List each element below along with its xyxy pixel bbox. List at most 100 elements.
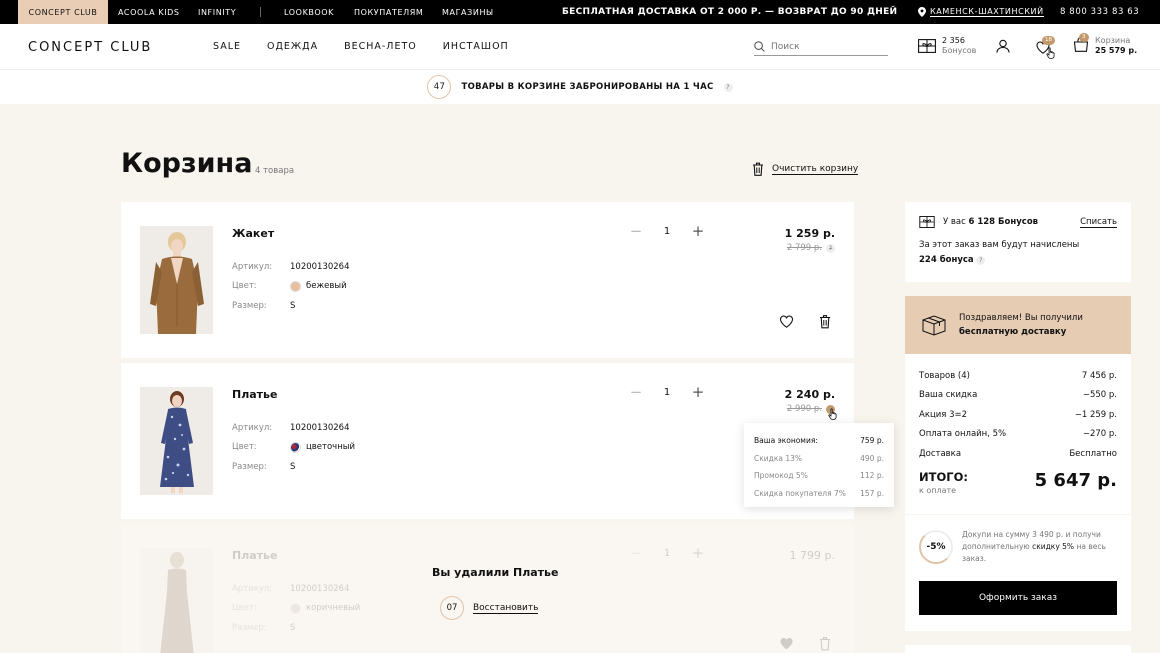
tooltip-row: Скидка покупателя 7% 157 р.: [754, 485, 884, 503]
color-value: цветочный: [306, 442, 355, 453]
add-to-favorites-heart-icon[interactable]: [779, 315, 794, 328]
product-attributes: Артикул: 10200130264 Цвет: цветочный Разме…: [232, 418, 355, 477]
top-bar: CONCEPT CLUB ACOOLA KIDS INFINITY LOOKBO…: [0, 0, 1160, 24]
remove-item-trash-icon[interactable]: [819, 314, 831, 329]
summary-label: Товаров (4): [919, 370, 970, 381]
size-label: Размер:: [232, 300, 267, 311]
location-pin-icon: [918, 7, 926, 17]
cart-badge: 3: [1079, 33, 1089, 42]
size-value: S: [290, 300, 296, 311]
nav-item-spring-summer[interactable]: ВЕСНА-ЛЕТО: [344, 41, 417, 52]
deleted-cart-item: Платье Артикул: 10200130264 Цвет: коричнев…: [121, 524, 854, 653]
quantity-value: 1: [663, 386, 671, 398]
clear-cart-button[interactable]: Очистить корзину: [752, 162, 859, 176]
product-attributes: Артикул: 10200130264 Цвет: коричневый Разм…: [232, 579, 360, 638]
favorites-button[interactable]: 18: [1036, 36, 1055, 59]
free-shipping-banner: Поздравляем! Вы получили бесплатную дост…: [905, 296, 1131, 354]
trash-icon: [820, 637, 830, 651]
site-logo[interactable]: CONCEPT CLUB: [28, 40, 152, 55]
restore-button[interactable]: 07 Восстановить: [440, 596, 539, 620]
total-label: ИТОГО:: [919, 469, 968, 484]
bonus-prefix: У вас: [943, 217, 966, 227]
free-ship-line-2: бесплатную доставку: [959, 327, 1067, 337]
promo-text: БЕСПЛАТНАЯ ДОСТАВКА ОТ 2 000 Р. — ВОЗВРА…: [562, 7, 898, 17]
summary-label: Акция 3=2: [919, 409, 968, 420]
quantity-stepper: − 1 +: [629, 383, 705, 401]
order-total: ИТОГО: к оплате 5 647 р.: [919, 470, 1117, 495]
color-value: бежевый: [306, 281, 347, 292]
increase-qty-button: +: [691, 544, 705, 562]
writeoff-bonus-link[interactable]: Списать: [1080, 217, 1117, 228]
help-icon[interactable]: ?: [723, 82, 733, 92]
total-sublabel: к оплате: [919, 485, 957, 495]
tooltip-label: Ваша экономия:: [754, 436, 818, 446]
increase-qty-button[interactable]: +: [691, 222, 705, 240]
header-bonus-label: Бонусов: [942, 46, 977, 55]
tooltip-label: Скидка 13%: [754, 453, 803, 463]
header-bonus[interactable]: 2 356 Бонусов: [918, 36, 976, 56]
brand-tab-concept-club[interactable]: CONCEPT CLUB: [18, 0, 108, 24]
summary-row: Товаров (4) 7 456 р.: [919, 366, 1117, 386]
size-label: Размер:: [232, 622, 267, 633]
user-icon[interactable]: [996, 39, 1010, 53]
checkout-button[interactable]: Оформить заказ: [919, 581, 1117, 615]
bonus-panel: У вас 6 128 Бонусов Списать За этот зака…: [905, 202, 1131, 282]
color-swatch: [290, 280, 301, 292]
article-value: 10200130264: [290, 583, 350, 594]
top-link-customers[interactable]: ПОКУПАТЕЛЯМ: [354, 0, 423, 24]
size-value: S: [290, 461, 296, 472]
help-icon[interactable]: ?: [976, 256, 986, 265]
sidebar-next-panel: [905, 645, 1131, 653]
size-label: Размер:: [232, 461, 267, 472]
color-label: Цвет:: [232, 442, 257, 453]
tooltip-value: 112 р.: [860, 471, 884, 481]
phone-link[interactable]: 8 800 333 83 63: [1060, 0, 1139, 24]
product-image[interactable]: [140, 387, 213, 495]
savings-tooltip: Ваша экономия: 759 р. Скидка 13% 490 р. Пр…: [744, 423, 894, 507]
clear-cart-label: Очистить корзину: [772, 163, 859, 175]
product-image[interactable]: [140, 226, 213, 334]
article-label: Артикул:: [232, 583, 273, 594]
color-swatch: [290, 441, 301, 453]
gift-card-icon: [918, 39, 936, 53]
search-input[interactable]: [771, 41, 871, 52]
cart-item-count: 4 товара: [255, 166, 295, 176]
summary-row: Акция 3=2 −1 259 р.: [919, 405, 1117, 425]
restore-timer: 07: [440, 596, 464, 620]
brand-link-infinity[interactable]: INFINITY: [198, 0, 236, 24]
price-help-icon[interactable]: ?: [826, 243, 835, 253]
reservation-text: ТОВАРЫ В КОРЗИНЕ ЗАБРОНИРОВАНЫ НА 1 ЧАС: [461, 82, 714, 92]
nav-item-instashop[interactable]: ИНСТАШОП: [443, 41, 509, 52]
summary-label: Ваша скидка: [919, 390, 978, 401]
decrease-qty-button[interactable]: −: [629, 383, 643, 401]
bonus-accrue-amount: 224 бонуса: [919, 255, 974, 265]
top-link-lookbook[interactable]: LOOKBOOK: [284, 0, 334, 24]
header-cart[interactable]: 3 Корзина 25 579 р.: [1073, 33, 1138, 56]
quantity-value: 1: [663, 225, 671, 237]
cart-total: 25 579 р.: [1095, 46, 1138, 55]
product-name[interactable]: Платье: [232, 388, 277, 401]
site-header: CONCEPT CLUB SALE ОДЕЖДА ВЕСНА-ЛЕТО ИНСТ…: [0, 24, 1160, 70]
color-label: Цвет:: [232, 603, 257, 614]
product-photo-dress-floral: [140, 387, 213, 495]
reservation-timer: 47: [427, 75, 452, 99]
search-icon[interactable]: [754, 41, 765, 52]
decrease-qty-button[interactable]: −: [629, 222, 643, 240]
brand-link-acoola-kids[interactable]: ACOOLA KIDS: [118, 0, 180, 24]
tooltip-row: Скидка 13% 490 р.: [754, 450, 884, 468]
upsell-panel: -5% Докупи на сумму 3 490 р. и получи до…: [905, 515, 1131, 631]
old-price: 2 799 р.: [786, 243, 822, 253]
tooltip-label: Промокод 5%: [754, 471, 808, 481]
top-link-stores[interactable]: МАГАЗИНЫ: [442, 0, 494, 24]
nav-item-sale[interactable]: SALE: [213, 41, 241, 52]
quantity-stepper: − 1 +: [629, 222, 705, 240]
product-name[interactable]: Жакет: [232, 227, 274, 240]
nav-item-clothes[interactable]: ОДЕЖДА: [267, 41, 318, 52]
upsell-discount-link[interactable]: скидку 5%: [1032, 542, 1074, 551]
city-selector[interactable]: КАМЕНСК-ШАХТИНСКИЙ: [918, 0, 1044, 24]
summary-row: Ваша скидка −550 р.: [919, 386, 1117, 406]
tooltip-label: Скидка покупателя 7%: [754, 488, 846, 498]
summary-row: Оплата онлайн, 5% −270 р.: [919, 425, 1117, 445]
tooltip-row: Ваша экономия: 759 р.: [754, 432, 884, 450]
increase-qty-button[interactable]: +: [691, 383, 705, 401]
